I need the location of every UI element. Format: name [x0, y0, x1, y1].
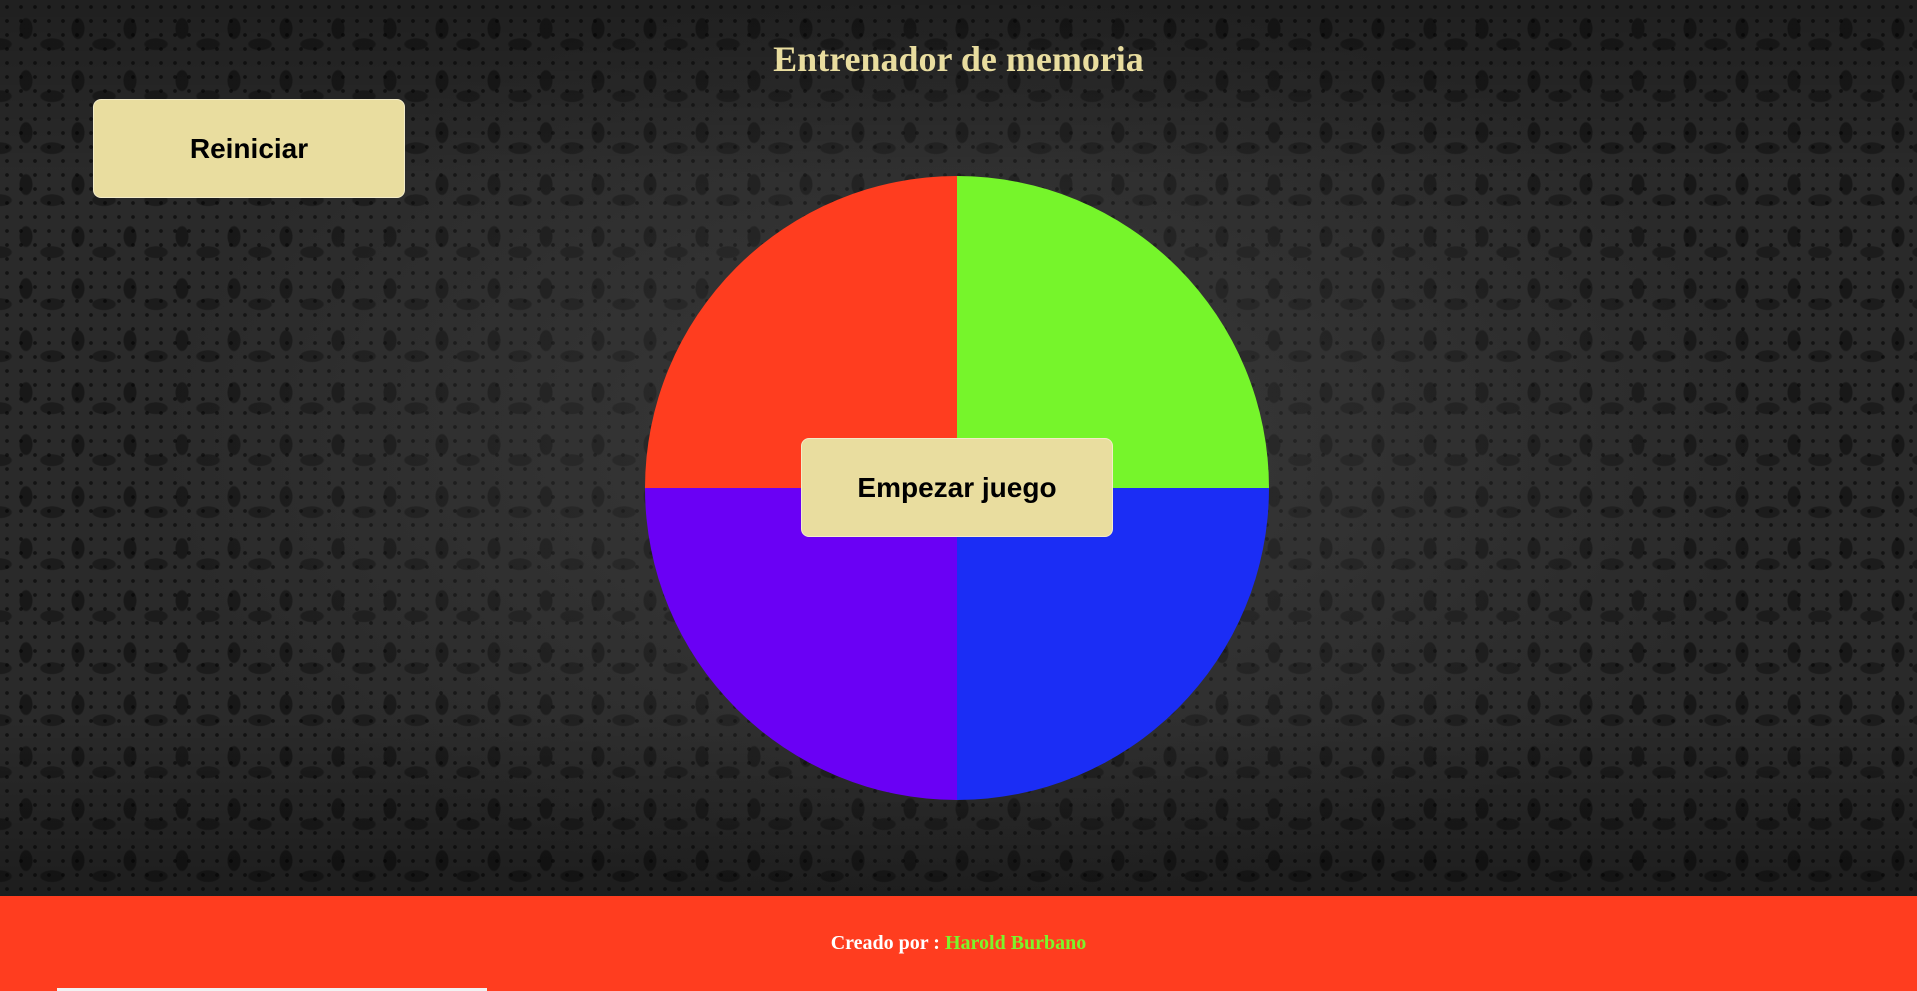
- page-title: Entrenador de memoria: [773, 39, 1144, 79]
- footer: Creado por : Harold Burbano: [0, 896, 1917, 991]
- footer-author: Harold Burbano: [944, 932, 1087, 954]
- restart-button[interactable]: Reiniciar: [93, 99, 405, 198]
- footer-label: Creado por :: [830, 932, 945, 954]
- start-game-button[interactable]: Empezar juego: [801, 438, 1113, 537]
